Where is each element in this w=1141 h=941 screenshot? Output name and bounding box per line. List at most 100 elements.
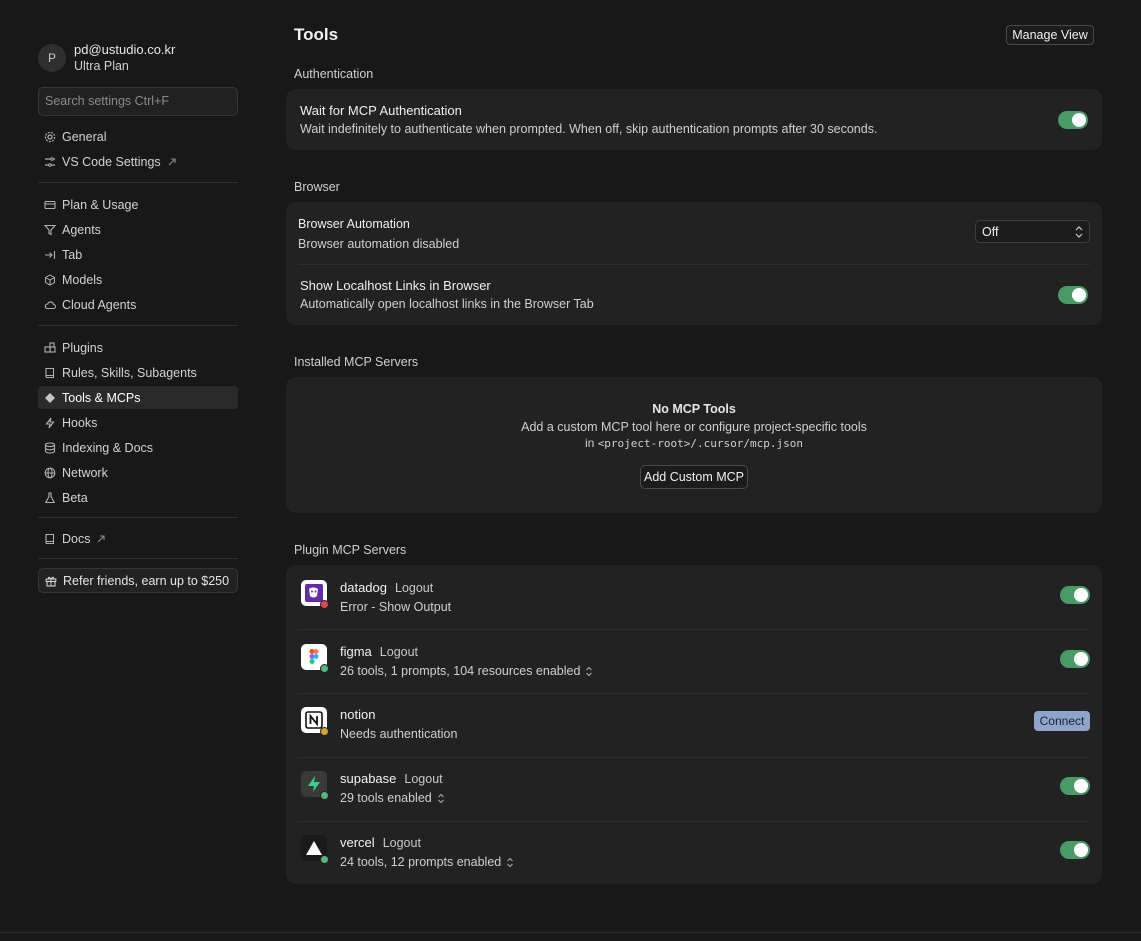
globe-icon — [44, 467, 56, 479]
sidebar-item-label: Cloud Agents — [62, 297, 137, 312]
sidebar-item-plan-usage[interactable]: Plan & Usage — [38, 193, 238, 216]
sidebar-item-docs[interactable]: Docs — [38, 527, 238, 550]
sidebar-item-vscode-settings[interactable]: VS Code Settings — [38, 150, 238, 173]
cube-icon — [44, 273, 56, 286]
gift-icon — [45, 575, 57, 587]
server-name-row: notion — [340, 707, 375, 722]
logout-link[interactable]: Logout — [395, 581, 433, 595]
logout-link[interactable]: Logout — [404, 772, 442, 786]
refer-friends-button[interactable]: Refer friends, earn up to $250 — [38, 568, 238, 593]
plugin-mcp-card: datadog Logout Error - Show Output figma L… — [286, 565, 1102, 884]
logout-link[interactable]: Logout — [380, 645, 418, 659]
divider — [38, 517, 238, 518]
sidebar-item-label: Tab — [62, 247, 83, 262]
agents-icon — [44, 224, 56, 236]
status-dot-ok — [320, 791, 329, 800]
select-value: Off — [982, 224, 999, 239]
sidebar-item-label: Docs — [62, 531, 91, 546]
sidebar-item-plugins[interactable]: Plugins — [38, 336, 238, 359]
status-dot-ok — [320, 855, 329, 864]
row-divider — [298, 821, 1090, 822]
datadog-toggle[interactable] — [1060, 586, 1090, 604]
sidebar-item-tools-mcps[interactable]: Tools & MCPs — [38, 386, 238, 409]
sidebar-item-hooks[interactable]: Hooks — [38, 411, 238, 434]
flask-icon — [44, 491, 56, 504]
server-name-row: supabase Logout — [340, 771, 443, 786]
refer-label: Refer friends, earn up to $250 — [63, 573, 230, 588]
server-status-text: 29 tools enabled — [340, 791, 432, 805]
empty-title: No MCP Tools — [652, 402, 736, 416]
status-dot-warning — [320, 727, 329, 736]
divider — [38, 325, 238, 326]
tab-arrow-icon — [44, 249, 56, 261]
chevron-updown-icon — [437, 793, 445, 804]
sidebar-item-label: Hooks — [62, 415, 98, 430]
sidebar-item-label: Models — [62, 272, 103, 287]
window-bottom-border — [0, 932, 1141, 933]
search-input[interactable]: Search settings Ctrl+F — [38, 87, 238, 116]
vercel-toggle[interactable] — [1060, 841, 1090, 859]
auth-desc: Wait indefinitely to authenticate when p… — [300, 122, 878, 136]
sidebar-item-rules[interactable]: Rules, Skills, Subagents — [38, 361, 238, 384]
server-name-row: datadog Logout — [340, 580, 433, 595]
sidebar-item-label: Rules, Skills, Subagents — [62, 365, 197, 380]
server-status[interactable]: Error - Show Output — [340, 600, 451, 614]
sidebar-item-label: General — [62, 129, 107, 144]
status-dot-error — [320, 600, 329, 609]
supabase-toggle[interactable] — [1060, 777, 1090, 795]
sidebar-item-general[interactable]: General — [38, 125, 238, 148]
avatar: P — [38, 44, 66, 72]
page-title: Tools — [294, 25, 339, 44]
server-name: supabase — [340, 771, 397, 786]
sidebar-item-models[interactable]: Models — [38, 268, 238, 291]
browser-automation-select[interactable]: Off — [975, 220, 1090, 243]
auth-toggle[interactable] — [1058, 111, 1088, 129]
sidebar-item-indexing-docs[interactable]: Indexing & Docs — [38, 436, 238, 459]
server-name-row: figma Logout — [340, 644, 418, 659]
sidebar-item-network[interactable]: Network — [38, 461, 238, 484]
section-plugin-mcp: Plugin MCP Servers — [294, 543, 407, 557]
empty-path-prefix: in — [585, 436, 595, 450]
sidebar-item-cloud-agents[interactable]: Cloud Agents — [38, 293, 238, 316]
sidebar-item-tab[interactable]: Tab — [38, 243, 238, 266]
manage-view-button[interactable]: Manage View — [1006, 25, 1094, 45]
localhost-toggle[interactable] — [1058, 286, 1088, 304]
logout-link[interactable]: Logout — [383, 836, 421, 850]
server-status-text: 26 tools, 1 prompts, 104 resources enabl… — [340, 664, 581, 678]
add-custom-mcp-button[interactable]: Add Custom MCP — [640, 465, 748, 489]
server-name: vercel — [340, 835, 375, 850]
vscode-settings-icon — [44, 156, 56, 168]
chevron-updown-icon — [506, 857, 514, 868]
server-status-text: 24 tools, 12 prompts enabled — [340, 855, 502, 869]
auth-title: Wait for MCP Authentication — [300, 103, 462, 118]
server-name-row: vercel Logout — [340, 835, 421, 850]
user-email: pd@ustudio.co.kr — [74, 42, 176, 57]
sidebar-item-agents[interactable]: Agents — [38, 218, 238, 241]
sidebar-item-label: Network — [62, 465, 108, 480]
server-name: datadog — [340, 580, 387, 595]
notion-connect-button[interactable]: Connect — [1034, 711, 1090, 731]
row-divider — [298, 629, 1090, 630]
server-status[interactable]: 26 tools, 1 prompts, 104 resources enabl… — [340, 664, 593, 678]
browser-automation-title: Browser Automation — [298, 217, 410, 231]
bolt-icon — [44, 417, 56, 429]
status-dot-ok — [320, 664, 329, 673]
database-icon — [44, 441, 56, 454]
section-installed-mcp: Installed MCP Servers — [294, 355, 419, 369]
installed-mcp-card: No MCP Tools Add a custom MCP tool here … — [286, 377, 1102, 513]
book-icon — [44, 367, 56, 379]
plugins-icon — [44, 341, 56, 354]
section-browser: Browser — [294, 180, 340, 194]
chevron-updown-icon — [585, 666, 593, 677]
user-profile[interactable]: P pd@ustudio.co.kr Ultra Plan — [38, 42, 175, 74]
gear-icon — [44, 131, 56, 143]
book-icon — [44, 533, 56, 545]
sidebar-item-beta[interactable]: Beta — [38, 486, 238, 509]
figma-toggle[interactable] — [1060, 650, 1090, 668]
empty-desc: Add a custom MCP tool here or configure … — [521, 420, 867, 434]
sidebar-item-label: Plan & Usage — [62, 197, 139, 212]
server-status[interactable]: 29 tools enabled — [340, 791, 445, 805]
sidebar-item-label: Agents — [62, 222, 101, 237]
tools-icon — [44, 392, 56, 404]
server-status[interactable]: 24 tools, 12 prompts enabled — [340, 855, 514, 869]
